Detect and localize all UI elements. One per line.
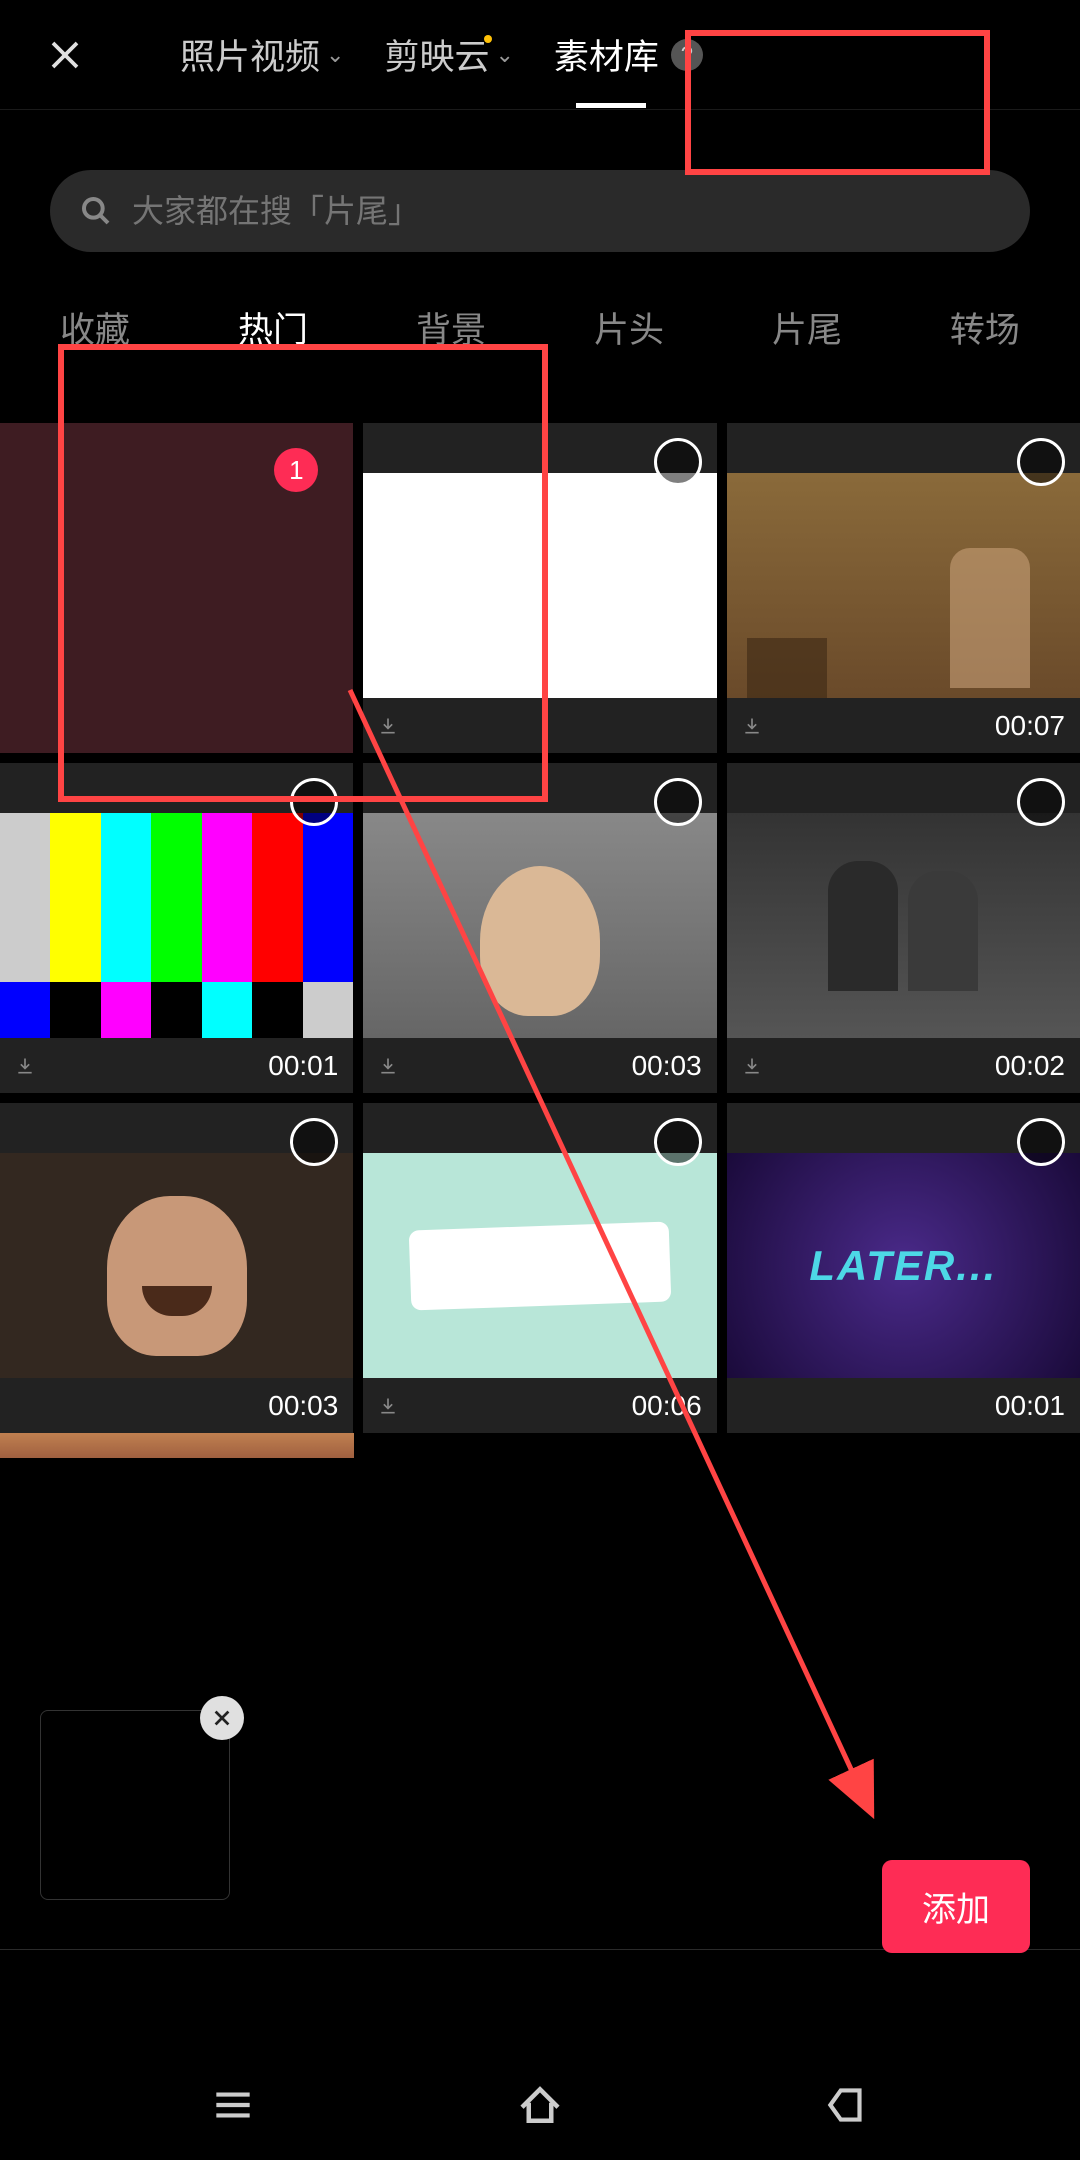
select-circle[interactable] — [654, 438, 702, 486]
grid-item[interactable]: 00:03 — [0, 1103, 353, 1433]
cat-outro[interactable]: 片尾 — [742, 292, 872, 363]
duration: 00:02 — [995, 1050, 1065, 1082]
select-circle[interactable] — [1017, 438, 1065, 486]
grid-item[interactable]: 00:07 — [727, 423, 1080, 753]
tab-indicator — [576, 103, 646, 108]
thumbnail — [727, 813, 1080, 1038]
partial-grid-item[interactable] — [0, 1433, 354, 1458]
tab-label: 照片视频 — [180, 29, 320, 80]
search-input[interactable] — [132, 193, 1000, 230]
back-icon[interactable] — [822, 2080, 872, 2130]
grid-item[interactable] — [363, 423, 716, 753]
duration: 00:06 — [632, 1390, 702, 1422]
material-grid: 1 00:07 — [0, 423, 1080, 1433]
cat-favorites[interactable]: 收藏 — [30, 292, 160, 363]
download-icon — [742, 716, 762, 736]
close-icon — [211, 1707, 233, 1729]
add-button-row: 添加 — [0, 1810, 1080, 1953]
download-icon — [378, 1396, 398, 1416]
duration: 00:03 — [632, 1050, 702, 1082]
item-footer: 00:01 — [727, 1378, 1080, 1433]
tab-material-library[interactable]: 素材库 ? — [554, 29, 703, 80]
header: 照片视频 ⌄ 剪映云 ⌄ 素材库 ? — [0, 0, 1080, 110]
select-circle[interactable] — [654, 778, 702, 826]
search-container — [50, 170, 1030, 252]
download-icon — [15, 1056, 35, 1076]
select-circle[interactable] — [1017, 778, 1065, 826]
item-footer: 00:07 — [727, 698, 1080, 753]
item-footer: 00:01 — [0, 1038, 353, 1093]
thumbnail — [0, 1153, 353, 1378]
remove-button[interactable] — [200, 1696, 244, 1740]
cat-hot[interactable]: 热门 — [208, 292, 338, 363]
cat-transition[interactable]: 转场 — [920, 292, 1050, 363]
thumbnail — [363, 1153, 716, 1378]
notification-dot-icon — [484, 35, 492, 43]
later-text: LATER... — [809, 1242, 997, 1290]
bottom-bar: 添加 — [0, 1810, 1080, 2160]
nav-bar — [0, 2050, 1080, 2160]
grid-item[interactable]: 1 — [0, 423, 353, 753]
help-icon[interactable]: ? — [671, 39, 703, 71]
duration: 00:01 — [268, 1050, 338, 1082]
chevron-down-icon: ⌄ — [326, 42, 344, 68]
duration: 00:03 — [268, 1390, 338, 1422]
item-footer: 00:02 — [727, 1038, 1080, 1093]
item-footer — [363, 698, 716, 753]
thumbnail — [363, 473, 716, 698]
grid-item[interactable]: 00:01 — [0, 763, 353, 1093]
select-circle[interactable] — [1017, 1118, 1065, 1166]
download-icon — [378, 716, 398, 736]
item-footer: 00:06 — [363, 1378, 716, 1433]
duration: 00:01 — [995, 1390, 1065, 1422]
tab-label: 素材库 — [554, 29, 659, 80]
tab-label: 剪映云 — [384, 29, 489, 80]
category-tabs: 收藏 热门 背景 片头 片尾 转场 — [0, 292, 1080, 363]
selection-badge[interactable]: 1 — [274, 448, 318, 492]
home-icon[interactable] — [513, 2078, 567, 2132]
cat-intro[interactable]: 片头 — [564, 292, 694, 363]
thumbnail — [363, 813, 716, 1038]
duration: 00:07 — [995, 710, 1065, 742]
add-button[interactable]: 添加 — [882, 1860, 1030, 1953]
select-circle[interactable] — [290, 778, 338, 826]
cat-background[interactable]: 背景 — [386, 292, 516, 363]
thumbnail — [0, 813, 353, 1038]
select-circle[interactable] — [654, 1118, 702, 1166]
thumbnail: LATER... — [727, 1153, 1080, 1378]
grid-item[interactable]: 00:03 — [363, 763, 716, 1093]
grid-item[interactable]: LATER... 00:01 — [727, 1103, 1080, 1433]
grid-item[interactable]: 00:06 — [363, 1103, 716, 1433]
tab-cloud[interactable]: 剪映云 ⌄ — [384, 29, 513, 80]
menu-icon[interactable] — [208, 2080, 258, 2130]
item-footer: 00:03 — [363, 1038, 716, 1093]
grid-item[interactable]: 00:02 — [727, 763, 1080, 1093]
search-box[interactable] — [50, 170, 1030, 252]
thumbnail — [727, 473, 1080, 698]
download-icon — [742, 1056, 762, 1076]
item-footer: 00:03 — [0, 1378, 353, 1433]
select-circle[interactable] — [290, 1118, 338, 1166]
download-icon — [378, 1056, 398, 1076]
chevron-down-icon: ⌄ — [495, 42, 513, 68]
tab-photos-videos[interactable]: 照片视频 ⌄ — [180, 29, 344, 80]
top-tabs: 照片视频 ⌄ 剪映云 ⌄ 素材库 ? — [180, 29, 703, 80]
search-icon — [80, 195, 112, 227]
close-button[interactable] — [40, 30, 90, 80]
